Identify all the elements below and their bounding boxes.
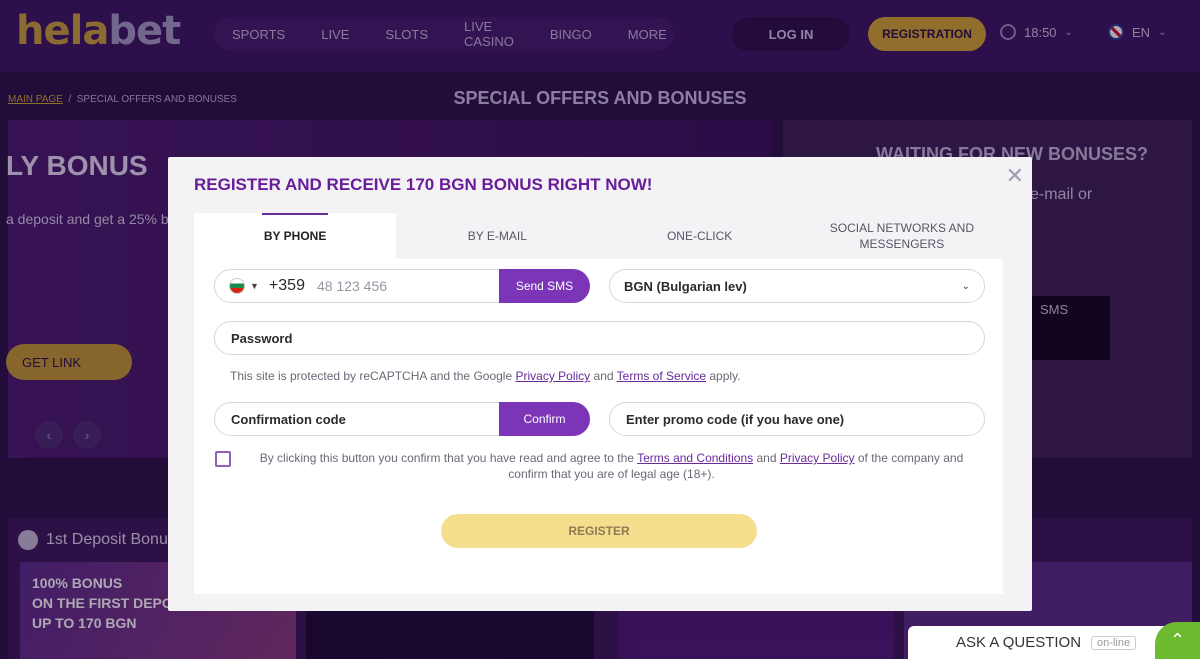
send-sms-button[interactable]: Send SMS [499, 269, 590, 303]
registration-tabs: BY PHONE BY E-MAIL ONE-CLICK SOCIAL NETW… [194, 213, 1003, 259]
registration-modal: ✕ REGISTER AND RECEIVE 170 BGN BONUS RIG… [168, 157, 1032, 611]
tab-by-email[interactable]: BY E-MAIL [396, 213, 598, 259]
currency-select[interactable]: BGN (Bulgarian lev) ⌄ [609, 269, 985, 303]
consent-text: By clicking this button you confirm that… [254, 450, 969, 482]
expand-chat-icon[interactable]: ⌃ [1155, 622, 1200, 659]
chevron-down-icon: ⌄ [961, 280, 970, 292]
consent-privacy-policy-link[interactable]: Privacy Policy [780, 451, 855, 465]
consent-checkbox[interactable] [215, 451, 231, 467]
tab-one-click[interactable]: ONE-CLICK [599, 213, 801, 259]
tab-social-networks[interactable]: SOCIAL NETWORKS AND MESSENGERS [801, 213, 1003, 259]
recaptcha-notice: This site is protected by reCAPTCHA and … [230, 369, 741, 383]
phone-input[interactable]: 48 123 456 [317, 278, 387, 294]
promo-code-field[interactable]: Enter promo code (if you have one) [609, 402, 985, 436]
online-badge: on-line [1091, 635, 1137, 650]
confirmation-label: Confirmation code [231, 411, 346, 427]
consent-text-part: and [756, 451, 777, 465]
tab-by-phone[interactable]: BY PHONE [194, 213, 397, 259]
password-field[interactable]: Password [214, 321, 985, 355]
modal-body: BY PHONE BY E-MAIL ONE-CLICK SOCIAL NETW… [194, 213, 1003, 594]
recaptcha-text: apply. [709, 369, 741, 383]
password-label: Password [231, 330, 293, 346]
close-icon[interactable]: ✕ [1006, 163, 1024, 189]
terms-and-conditions-link[interactable]: Terms and Conditions [637, 451, 753, 465]
bulgaria-flag-icon[interactable] [229, 278, 245, 294]
currency-value: BGN (Bulgarian lev) [624, 278, 747, 294]
chevron-down-icon[interactable]: ▼ [250, 281, 259, 291]
promo-label: Enter promo code (if you have one) [626, 411, 845, 427]
privacy-policy-link[interactable]: Privacy Policy [515, 369, 590, 383]
consent-text-part: By clicking this button you confirm that… [259, 451, 634, 465]
recaptcha-text: This site is protected by reCAPTCHA and … [230, 369, 513, 383]
modal-title: REGISTER AND RECEIVE 170 BGN BONUS RIGHT… [194, 175, 653, 194]
confirm-button[interactable]: Confirm [499, 402, 590, 436]
phone-country-code: +359 [268, 277, 305, 294]
terms-of-service-link[interactable]: Terms of Service [617, 369, 706, 383]
ask-question-label: ASK A QUESTION [956, 634, 1082, 651]
recaptcha-text: and [593, 369, 614, 383]
register-button[interactable]: REGISTER [441, 514, 757, 548]
